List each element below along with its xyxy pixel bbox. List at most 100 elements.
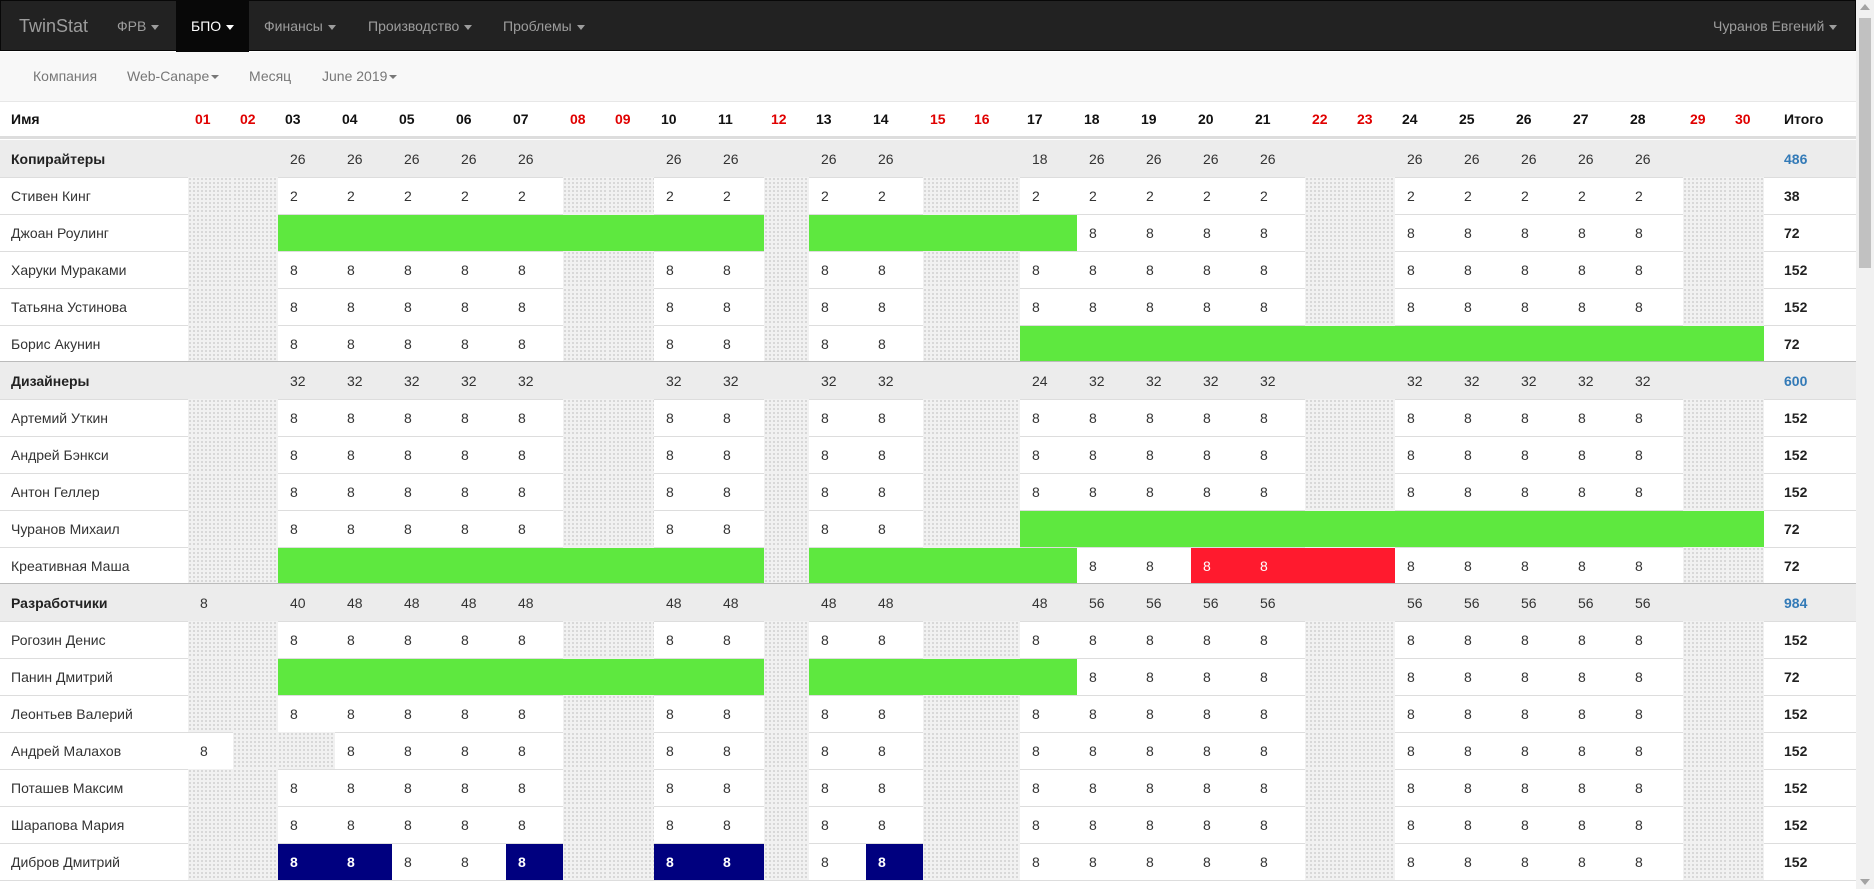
weekend-cell <box>563 806 608 843</box>
vacation-bar <box>1020 511 1764 547</box>
day-header: 15 <box>930 111 946 127</box>
nav-bpo-label: БПО <box>191 18 222 34</box>
timesheet-table: Имя Итого 01 02 03 04 05 06 07 08 09 10 11 12 13 14 15 16… <box>0 0 1856 889</box>
hours-cell: 48 <box>404 595 420 611</box>
month-dropdown[interactable]: June 2019 <box>322 68 398 84</box>
hours-cell: 8 <box>1146 410 1154 426</box>
hours-cell: 56 <box>1407 595 1423 611</box>
employee-name[interactable]: Поташев Максим <box>11 780 123 796</box>
hours-cell: 8 <box>461 484 469 500</box>
project-label: Web-Canape <box>127 68 210 84</box>
nav-finance[interactable]: Финансы <box>249 1 354 52</box>
hours-cell: 8 <box>518 447 526 463</box>
day-header: 19 <box>1141 111 1157 127</box>
hours-cell: 8 <box>518 299 526 315</box>
day-header: 27 <box>1573 111 1589 127</box>
weekend-cell <box>1683 436 1728 473</box>
hours-cell: 2 <box>1146 188 1154 204</box>
project-dropdown[interactable]: Web-Canape <box>127 68 220 84</box>
employee-name[interactable]: Артемий Уткин <box>11 410 108 426</box>
weekend-cell <box>967 621 1020 658</box>
brand-logo[interactable]: TwinStat <box>19 16 88 37</box>
scroll-up-arrow-icon[interactable] <box>1860 4 1870 10</box>
employee-name[interactable]: Джоан Роулинг <box>11 225 109 241</box>
hours-cell: 56 <box>1089 595 1105 611</box>
weekend-cell <box>923 399 967 436</box>
weekend-cell <box>1305 621 1350 658</box>
hours-cell: 56 <box>1578 595 1594 611</box>
period-link[interactable]: Месяц <box>249 68 291 84</box>
hours-cell: 8 <box>1203 632 1211 648</box>
hours-cell: 56 <box>1260 595 1276 611</box>
hours-cell: 8 <box>347 780 355 796</box>
employee-name[interactable]: Леонтьев Валерий <box>11 706 133 722</box>
employee-name[interactable]: Татьяна Устинова <box>11 299 127 315</box>
row-total[interactable]: 600 <box>1784 373 1807 389</box>
weekend-cell <box>188 177 233 214</box>
weekend-cell <box>1305 695 1350 732</box>
hours-cell: 8 <box>1089 262 1097 278</box>
hours-cell: 8 <box>1635 706 1643 722</box>
row-total: 152 <box>1784 484 1808 500</box>
hours-cell: 8 <box>1464 299 1472 315</box>
nav-problems[interactable]: Проблемы <box>488 1 598 52</box>
weekend-cell <box>188 510 233 547</box>
hours-cell: 8 <box>518 410 526 426</box>
employee-name[interactable]: Антон Геллер <box>11 484 100 500</box>
row-total[interactable]: 984 <box>1784 595 1807 611</box>
hours-cell: 8 <box>1146 706 1154 722</box>
employee-name[interactable]: Креативная Маша <box>11 558 130 574</box>
day-header: 21 <box>1255 111 1271 127</box>
employee-name[interactable]: Борис Акунин <box>11 336 100 352</box>
employee-name[interactable]: Андрей Бэнкси <box>11 447 109 463</box>
employee-name[interactable]: Стивен Кинг <box>11 188 91 204</box>
hours-cell: 2 <box>290 188 298 204</box>
row-total: 152 <box>1784 817 1808 833</box>
vertical-scrollbar[interactable] <box>1856 0 1874 889</box>
hours-cell: 26 <box>1521 151 1537 167</box>
nav-production-label: Производство <box>368 18 460 34</box>
employee-name[interactable]: Дибров Дмитрий <box>11 854 120 870</box>
scrollbar-thumb[interactable] <box>1859 18 1871 268</box>
hours-cell: 8 <box>1203 484 1211 500</box>
hours-cell: 8 <box>723 299 731 315</box>
weekend-cell <box>1728 436 1764 473</box>
hours-cell: 8 <box>1464 447 1472 463</box>
employee-name[interactable]: Шарапова Мария <box>11 817 124 833</box>
row-total: 152 <box>1784 299 1808 315</box>
hours-cell: 8 <box>1146 299 1154 315</box>
employee-name[interactable]: Чуранов Михаил <box>11 521 120 537</box>
hours-cell: 48 <box>666 595 682 611</box>
hours-cell: 8 <box>518 484 526 500</box>
weekend-cell <box>967 732 1020 769</box>
weekend-cell <box>233 214 278 251</box>
employee-name[interactable]: Андрей Малахов <box>11 743 121 759</box>
nav-production[interactable]: Производство <box>353 1 488 52</box>
hours-cell: 8 <box>1521 632 1529 648</box>
day-header: 18 <box>1084 111 1100 127</box>
hours-cell: 32 <box>290 373 306 389</box>
scroll-down-arrow-icon[interactable] <box>1860 879 1870 885</box>
weekend-cell <box>233 806 278 843</box>
hours-cell: 8 <box>821 521 829 537</box>
user-menu[interactable]: Чуранов Евгений <box>1713 1 1853 52</box>
hours-cell: 8 <box>347 336 355 352</box>
employee-name[interactable]: Рогозин Денис <box>11 632 106 648</box>
employee-name[interactable]: Харуки Мураками <box>11 262 127 278</box>
weekend-cell <box>1305 214 1350 251</box>
chevron-down-icon <box>226 24 235 30</box>
nav-bpo[interactable]: БПО <box>176 1 249 52</box>
hours-cell: 8 <box>1089 225 1097 241</box>
weekend-cell <box>1728 251 1764 288</box>
hours-cell: 8 <box>1089 669 1097 685</box>
hours-cell: 8 <box>1578 299 1586 315</box>
hours-cell: 2 <box>1032 188 1040 204</box>
hours-cell: 8 <box>1260 484 1268 500</box>
weekend-cell <box>233 473 278 510</box>
employee-name[interactable]: Панин Дмитрий <box>11 669 113 685</box>
nav-frv[interactable]: ФРВ <box>102 1 170 52</box>
company-link[interactable]: Компания <box>33 68 97 84</box>
hours-cell: 8 <box>821 632 829 648</box>
row-total[interactable]: 486 <box>1784 151 1807 167</box>
weekend-cell <box>608 769 654 806</box>
